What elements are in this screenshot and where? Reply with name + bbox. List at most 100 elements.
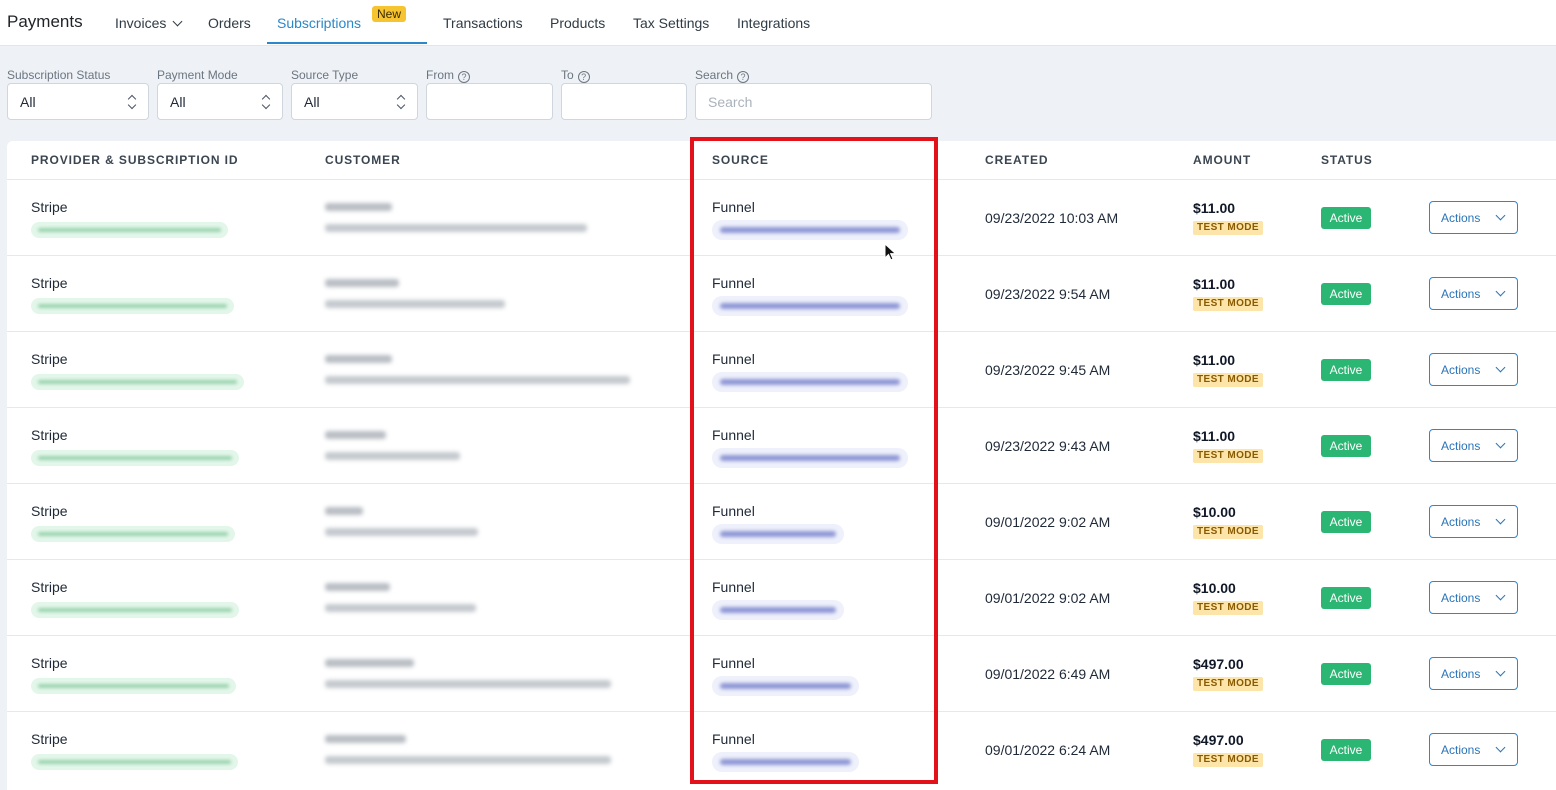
status-badge: Active xyxy=(1321,207,1371,229)
chevron-down-icon xyxy=(1495,666,1506,677)
amount-value: $497.00 xyxy=(1193,656,1244,672)
nav-transactions[interactable]: Transactions xyxy=(443,15,523,31)
source-link-redacted[interactable] xyxy=(712,676,859,696)
nav-subscriptions[interactable]: Subscriptions xyxy=(277,15,361,31)
row-divider xyxy=(7,635,1556,636)
provider-name: Stripe xyxy=(31,199,68,215)
nav-invoices[interactable]: Invoices xyxy=(115,15,183,31)
nav-tax-settings[interactable]: Tax Settings xyxy=(633,15,709,31)
actions-label: Actions xyxy=(1441,211,1481,225)
amount-value: $11.00 xyxy=(1193,428,1236,444)
help-icon[interactable]: ? xyxy=(458,71,470,83)
help-icon[interactable]: ? xyxy=(577,71,590,83)
payment-mode-value: All xyxy=(170,94,186,110)
actions-label: Actions xyxy=(1441,591,1481,605)
actions-button[interactable]: Actions xyxy=(1429,277,1518,310)
actions-button[interactable]: Actions xyxy=(1429,581,1518,614)
subscription-id-redacted[interactable] xyxy=(31,374,244,390)
source-link-redacted[interactable] xyxy=(712,448,908,468)
actions-button[interactable]: Actions xyxy=(1429,505,1518,538)
row-divider xyxy=(7,179,1556,180)
select-arrows-icon xyxy=(262,93,270,111)
actions-button[interactable]: Actions xyxy=(1429,429,1518,462)
source-type-select[interactable]: All xyxy=(291,83,418,120)
subscription-id-redacted[interactable] xyxy=(31,678,236,694)
provider-name: Stripe xyxy=(31,731,68,747)
row-divider xyxy=(7,331,1556,332)
chevron-down-icon xyxy=(1495,362,1506,373)
to-date-input[interactable] xyxy=(561,83,687,120)
source-type: Funnel xyxy=(712,655,755,671)
payment-mode-label: Payment Mode xyxy=(157,68,238,82)
subscription-id-redacted[interactable] xyxy=(31,602,239,618)
chevron-down-icon xyxy=(172,16,183,27)
source-link-redacted[interactable] xyxy=(712,296,908,316)
source-type: Funnel xyxy=(712,427,755,443)
help-icon[interactable]: ? xyxy=(737,71,750,83)
actions-button[interactable]: Actions xyxy=(1429,201,1518,234)
subscription-id-redacted[interactable] xyxy=(31,526,235,542)
nav-orders[interactable]: Orders xyxy=(208,15,251,31)
source-type-value: All xyxy=(304,94,320,110)
actions-button[interactable]: Actions xyxy=(1429,733,1518,766)
status-badge: Active xyxy=(1321,359,1371,381)
created-date: 09/23/2022 9:43 AM xyxy=(985,438,1111,454)
amount-value: $497.00 xyxy=(1193,732,1244,748)
row-divider xyxy=(7,559,1556,560)
status-badge: Active xyxy=(1321,587,1371,609)
created-date: 09/01/2022 6:24 AM xyxy=(985,742,1111,758)
to-label-text: To xyxy=(561,68,574,82)
col-header-amount: AMOUNT xyxy=(1193,153,1252,167)
search-input[interactable]: Search xyxy=(695,83,932,120)
subscription-id-redacted[interactable] xyxy=(31,222,228,238)
subscription-status-select[interactable]: All xyxy=(7,83,149,120)
test-mode-badge: TEST MODE xyxy=(1193,601,1263,615)
customer-email-redacted xyxy=(325,680,611,688)
source-link-redacted[interactable] xyxy=(712,372,908,392)
from-date-input[interactable] xyxy=(426,83,553,120)
customer-name-redacted xyxy=(325,583,390,591)
status-badge: Active xyxy=(1321,511,1371,533)
source-link-redacted[interactable] xyxy=(712,752,859,772)
chevron-down-icon xyxy=(1495,210,1506,221)
provider-name: Stripe xyxy=(31,655,68,671)
source-type: Funnel xyxy=(712,199,755,215)
source-link-redacted[interactable] xyxy=(712,524,844,544)
amount-value: $10.00 xyxy=(1193,504,1236,520)
created-date: 09/23/2022 10:03 AM xyxy=(985,210,1119,226)
nav-products[interactable]: Products xyxy=(550,15,605,31)
subscription-id-redacted[interactable] xyxy=(31,298,234,314)
test-mode-badge: TEST MODE xyxy=(1193,677,1263,691)
provider-name: Stripe xyxy=(31,275,68,291)
actions-button[interactable]: Actions xyxy=(1429,353,1518,386)
source-link-redacted[interactable] xyxy=(712,220,908,240)
customer-name-redacted xyxy=(325,735,406,743)
chevron-down-icon xyxy=(1495,286,1506,297)
mouse-cursor-icon xyxy=(884,243,897,261)
chevron-down-icon xyxy=(1495,514,1506,525)
nav-integrations[interactable]: Integrations xyxy=(737,15,810,31)
customer-email-redacted xyxy=(325,376,630,384)
source-link-redacted[interactable] xyxy=(712,600,844,620)
actions-label: Actions xyxy=(1441,667,1481,681)
source-type: Funnel xyxy=(712,503,755,519)
customer-email-redacted xyxy=(325,528,478,536)
provider-name: Stripe xyxy=(31,503,68,519)
col-header-provider: PROVIDER & SUBSCRIPTION ID xyxy=(31,153,239,167)
customer-name-redacted xyxy=(325,659,414,667)
row-divider xyxy=(7,711,1556,712)
subscription-id-redacted[interactable] xyxy=(31,450,239,466)
select-arrows-icon xyxy=(128,93,136,111)
subscription-id-redacted[interactable] xyxy=(31,754,238,770)
amount-value: $11.00 xyxy=(1193,200,1236,216)
app-title: Payments xyxy=(7,12,83,31)
actions-label: Actions xyxy=(1441,743,1481,757)
from-label-text: From xyxy=(426,68,454,82)
payment-mode-select[interactable]: All xyxy=(157,83,283,120)
search-placeholder: Search xyxy=(708,94,753,110)
customer-name-redacted xyxy=(325,507,363,515)
actions-button[interactable]: Actions xyxy=(1429,657,1518,690)
col-header-status: STATUS xyxy=(1321,153,1373,167)
customer-email-redacted xyxy=(325,604,476,612)
customer-email-redacted xyxy=(325,300,505,308)
